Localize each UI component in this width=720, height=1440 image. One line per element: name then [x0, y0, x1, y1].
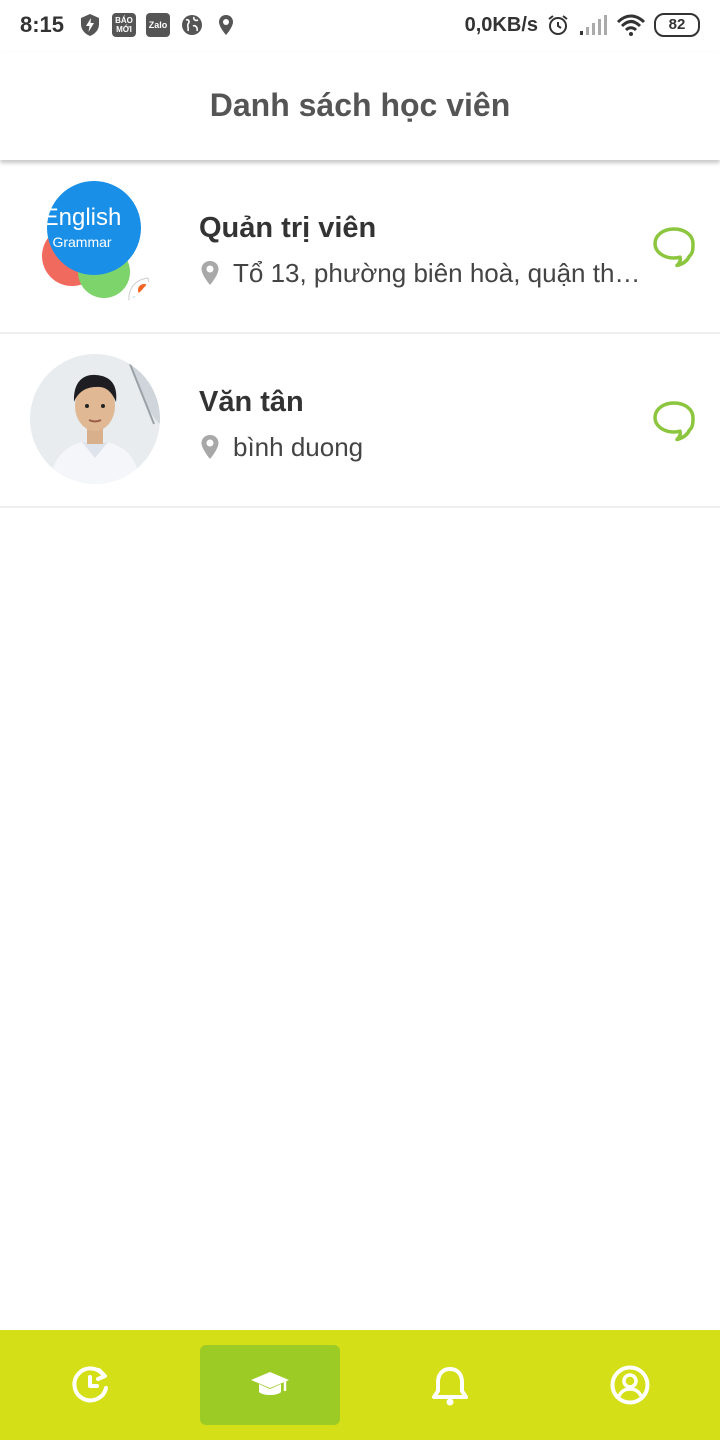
- avatar: [30, 354, 160, 484]
- bao-moi-line2: MỚI: [116, 25, 132, 34]
- status-notification-icons: BÁO MỚI Zalo: [78, 12, 238, 38]
- bell-icon: [432, 1367, 468, 1406]
- student-name: Văn tân: [199, 386, 304, 418]
- nav-notifications[interactable]: [380, 1345, 520, 1425]
- signal-icon: [580, 15, 607, 35]
- student-list: English Grammar Quản trị viên Tổ 13, phư…: [0, 160, 720, 508]
- location-icon: [219, 15, 233, 35]
- globe-icon: [182, 15, 202, 35]
- list-item[interactable]: Văn tân bình duong: [0, 334, 720, 508]
- bottom-navigation: [0, 1330, 720, 1440]
- student-address: Tổ 13, phường biên hoà, quận thủ đức: [200, 256, 652, 290]
- nav-profile[interactable]: [560, 1345, 700, 1425]
- student-address-text: bình duong: [233, 431, 364, 462]
- status-bar: 8:15 BÁO MỚI Zalo 0,0KB/s 82: [0, 0, 720, 52]
- page-title: Danh sách học viên: [209, 87, 511, 123]
- chat-icon[interactable]: [652, 400, 696, 442]
- location-pin-icon: [201, 261, 219, 285]
- wifi-icon: [616, 14, 646, 36]
- graduation-cap-icon: [251, 1372, 289, 1395]
- avatar-text-grammar: Grammar: [52, 234, 112, 250]
- profile-photo: [30, 354, 160, 484]
- zalo-icon: Zalo: [146, 13, 170, 37]
- alarm-icon: [548, 15, 568, 35]
- network-speed: 0,0KB/s: [464, 13, 538, 36]
- student-name: Quản trị viên: [199, 212, 377, 244]
- bao-moi-icon: BÁO MỚI: [112, 13, 136, 37]
- location-pin-icon: [201, 435, 219, 459]
- nav-students[interactable]: [200, 1345, 340, 1425]
- shield-icon: [81, 14, 99, 36]
- zalo-label: Zalo: [148, 19, 168, 30]
- battery-indicator: 82: [654, 13, 700, 37]
- profile-icon: [610, 1365, 650, 1405]
- avatar-text-english: English: [42, 204, 122, 231]
- list-item[interactable]: English Grammar Quản trị viên Tổ 13, phư…: [0, 160, 720, 334]
- bao-moi-line1: BÁO: [115, 16, 133, 25]
- app-header: Danh sách học viên: [0, 52, 720, 160]
- student-address-text: Tổ 13, phường biên hoà, quận thủ đức: [233, 257, 652, 288]
- nav-history[interactable]: [20, 1345, 160, 1425]
- chat-icon[interactable]: [652, 226, 696, 268]
- avatar: English Grammar: [30, 180, 160, 310]
- student-address: bình duong: [200, 430, 652, 464]
- status-time: 8:15: [20, 12, 65, 37]
- history-icon: [72, 1366, 108, 1403]
- status-system-icons: 0,0KB/s 82: [465, 12, 700, 38]
